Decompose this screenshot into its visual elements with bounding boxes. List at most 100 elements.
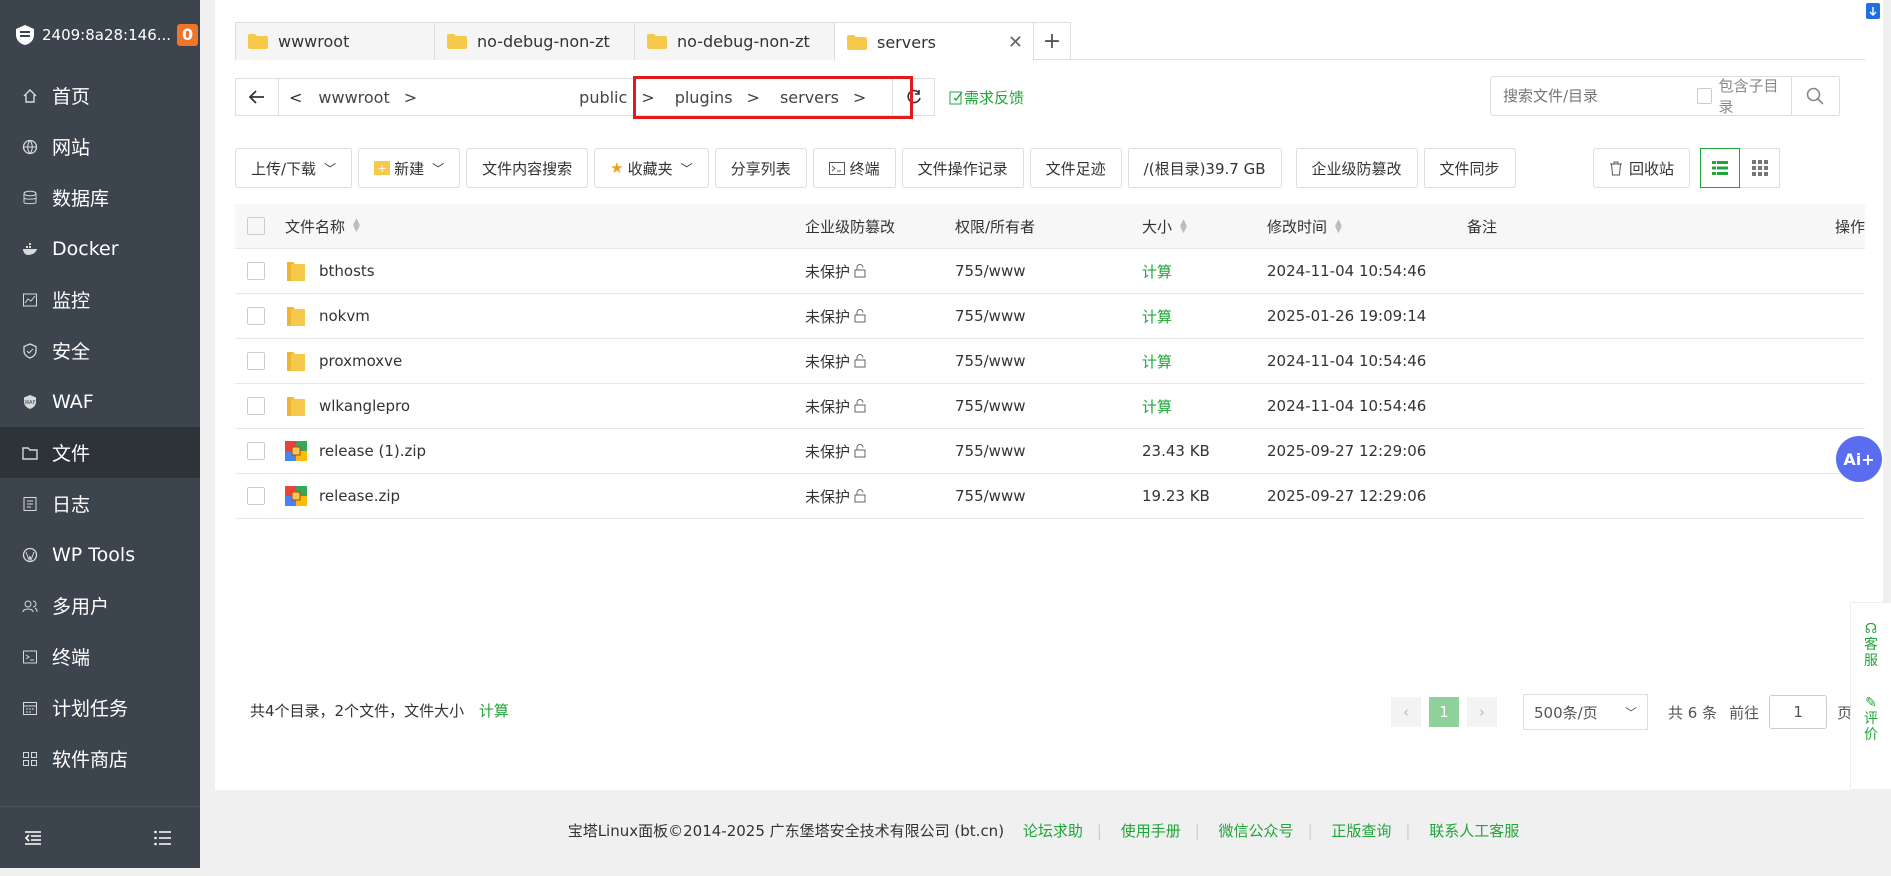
file-size[interactable]: 计算	[1142, 398, 1172, 416]
feedback-link[interactable]: 需求反馈	[949, 87, 1024, 108]
list-view-button[interactable]	[1700, 148, 1741, 188]
table-row[interactable]: release.zip 未保护 755/www 19.23 KB 2025-09-27 …	[235, 474, 1865, 519]
close-tab-icon[interactable]: ✕	[1008, 32, 1023, 53]
forum-link[interactable]: 论坛求助	[1023, 822, 1083, 840]
tamper-proof-button[interactable]: 企业级防篡改	[1295, 148, 1418, 188]
license-link[interactable]: 正版查询	[1331, 822, 1391, 840]
customer-service-button[interactable]: ☊ 客服	[1861, 621, 1881, 669]
breadcrumb[interactable]: < wwwroot > public > plugins > servers >	[279, 76, 913, 119]
sidebar-item-label: 文件	[52, 443, 91, 465]
sort-icon: ▲ ▼	[1335, 217, 1342, 235]
goto-page-input[interactable]: 1	[1769, 695, 1828, 729]
share-list-button[interactable]: 分享列表	[714, 148, 807, 188]
disk-usage-button[interactable]: /(根目录)39.7 GB	[1127, 148, 1282, 188]
sidebar-item-3[interactable]: Docker	[0, 223, 200, 274]
ai-assistant-button[interactable]: Ai+	[1836, 436, 1882, 482]
page-1-button[interactable]: 1	[1429, 697, 1459, 727]
row-checkbox[interactable]	[247, 262, 265, 280]
favorites-button[interactable]: ★ 收藏夹 ﹀	[594, 148, 709, 188]
search-button[interactable]	[1790, 77, 1839, 115]
file-size[interactable]: 计算	[1142, 263, 1172, 281]
row-checkbox[interactable]	[247, 487, 265, 505]
file-name[interactable]: nokvm	[319, 307, 370, 325]
file-name[interactable]: wlkanglepro	[319, 397, 410, 415]
notification-badge[interactable]: 0	[177, 24, 199, 46]
file-sync-button[interactable]: 文件同步	[1423, 148, 1516, 188]
footprint-button[interactable]: 文件足迹	[1029, 148, 1122, 188]
row-checkbox[interactable]	[247, 397, 265, 415]
sidebar-item-12[interactable]: 计划任务	[0, 682, 200, 733]
select-all-checkbox[interactable]	[247, 217, 265, 235]
server-header[interactable]: 2409:8a28:146... 0	[0, 0, 200, 70]
row-checkbox[interactable]	[247, 352, 265, 370]
sidebar-item-6[interactable]: WAF WAF	[0, 376, 200, 427]
header-name[interactable]: 文件名称 ▲ ▼	[285, 216, 805, 237]
sidebar-item-2[interactable]: 数据库	[0, 172, 200, 223]
file-name[interactable]: release (1).zip	[319, 442, 426, 460]
terminal-button[interactable]: 终端	[812, 148, 896, 188]
back-button[interactable]	[235, 78, 279, 116]
grid-view-button[interactable]	[1740, 148, 1781, 188]
add-tab-button[interactable]: +	[1033, 22, 1071, 60]
recycle-bin-button[interactable]: 回收站	[1593, 148, 1691, 188]
crumb-wwwroot[interactable]: wwwroot >	[308, 88, 427, 107]
wechat-link[interactable]: 微信公众号	[1219, 822, 1294, 840]
corner-badge-icon[interactable]	[1866, 3, 1880, 19]
sidebar-item-10[interactable]: 多用户	[0, 580, 200, 631]
sidebar-item-5[interactable]: 安全	[0, 325, 200, 376]
table-row[interactable]: release (1).zip 未保护 755/www 23.43 KB 2025-09…	[235, 429, 1865, 474]
tab-wwwroot[interactable]: wwwroot	[235, 22, 435, 60]
tab-no-debug-non-zt[interactable]: no-debug-non-zt	[434, 22, 635, 60]
file-size[interactable]: 计算	[1142, 308, 1172, 326]
page-size-select[interactable]: 500条/页 ﹀	[1523, 694, 1648, 730]
unlock-icon[interactable]	[853, 399, 867, 413]
sidebar-item-13[interactable]: 软件商店	[0, 733, 200, 784]
tab-servers[interactable]: servers ✕	[834, 22, 1034, 61]
permission[interactable]: 755/www	[955, 307, 1026, 325]
chevron-left-icon[interactable]: <	[279, 88, 308, 107]
table-row[interactable]: proxmoxve 未保护 755/www 计算 2024-11-04 10:54:46	[235, 339, 1865, 384]
unlock-icon[interactable]	[853, 309, 867, 323]
file-name[interactable]: proxmoxve	[319, 352, 402, 370]
op-log-button[interactable]: 文件操作记录	[901, 148, 1024, 188]
new-button[interactable]: + 新建 ﹀	[358, 148, 461, 188]
header-mtime[interactable]: 修改时间 ▲ ▼	[1267, 216, 1467, 237]
table-row[interactable]: nokvm 未保护 755/www 计算 2025-01-26 19:09:14	[235, 294, 1865, 339]
content-search-button[interactable]: 文件内容搜索	[466, 148, 589, 188]
calc-total-link[interactable]: 计算	[479, 702, 509, 720]
include-subdir-checkbox[interactable]: 包含子目录	[1697, 75, 1791, 117]
unlock-icon[interactable]	[853, 354, 867, 368]
manual-link[interactable]: 使用手册	[1121, 822, 1181, 840]
sidebar-item-7[interactable]: 文件	[0, 427, 200, 478]
sidebar-item-9[interactable]: WP Tools	[0, 529, 200, 580]
tab-no-debug-non-zt-2[interactable]: no-debug-non-zt	[634, 22, 835, 60]
sidebar-item-0[interactable]: 首页	[0, 70, 200, 121]
prev-page-button[interactable]: ‹	[1391, 697, 1421, 727]
checkbox[interactable]	[1697, 88, 1713, 104]
permission[interactable]: 755/www	[955, 397, 1026, 415]
permission[interactable]: 755/www	[955, 487, 1026, 505]
row-checkbox[interactable]	[247, 442, 265, 460]
unlock-icon[interactable]	[853, 489, 867, 503]
permission[interactable]: 755/www	[955, 262, 1026, 280]
unlock-icon[interactable]	[853, 444, 867, 458]
file-name[interactable]: release.zip	[319, 487, 400, 505]
review-button[interactable]: ✎ 评价	[1861, 695, 1881, 743]
permission[interactable]: 755/www	[955, 352, 1026, 370]
header-size[interactable]: 大小 ▲ ▼	[1142, 216, 1267, 237]
unlock-icon[interactable]	[853, 264, 867, 278]
row-checkbox[interactable]	[247, 307, 265, 325]
sidebar-item-1[interactable]: 网站	[0, 121, 200, 172]
sidebar-item-4[interactable]: 监控	[0, 274, 200, 325]
sidebar-item-11[interactable]: 终端	[0, 631, 200, 682]
search-input[interactable]	[1503, 87, 1697, 105]
sidebar-item-8[interactable]: 日志	[0, 478, 200, 529]
file-size[interactable]: 计算	[1142, 353, 1172, 371]
support-link[interactable]: 联系人工客服	[1429, 822, 1519, 840]
permission[interactable]: 755/www	[955, 442, 1026, 460]
next-page-button[interactable]: ›	[1467, 697, 1497, 727]
table-row[interactable]: bthosts 未保护 755/www 计算 2024-11-04 10:54:46	[235, 249, 1865, 294]
upload-download-button[interactable]: 上传/下载 ﹀	[235, 148, 353, 188]
file-name[interactable]: bthosts	[319, 262, 375, 280]
table-row[interactable]: wlkanglepro 未保护 755/www 计算 2024-11-04 10:54:…	[235, 384, 1865, 429]
